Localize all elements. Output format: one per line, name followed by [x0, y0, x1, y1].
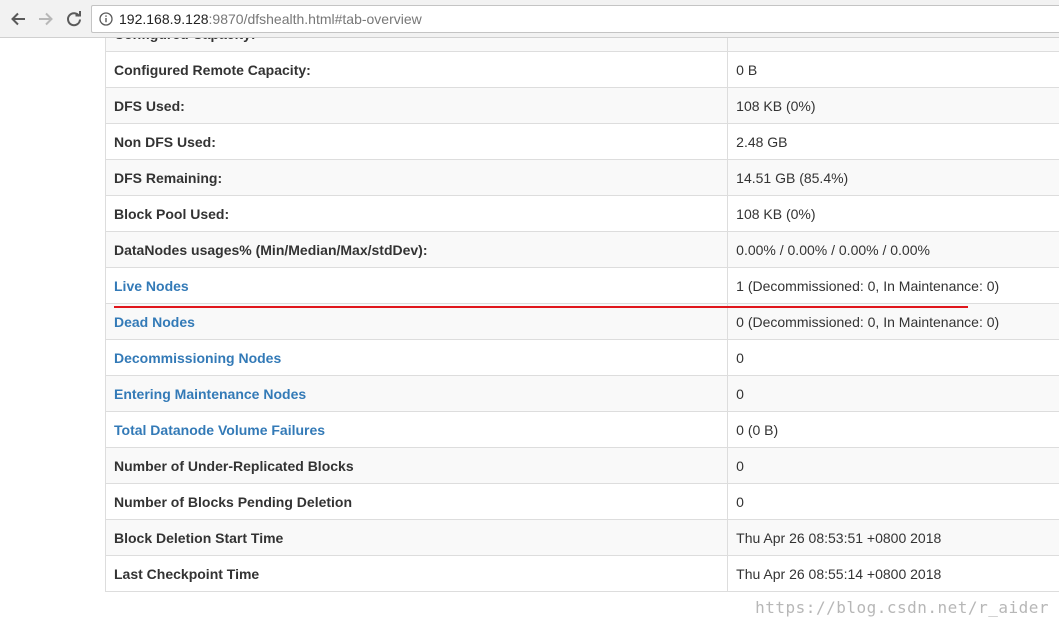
table-row: Total Datanode Volume Failures 0 (0 B) [104, 411, 1059, 448]
row-label-link[interactable]: Entering Maintenance Nodes [114, 386, 306, 402]
row-label-cell: Block Pool Used: [104, 195, 729, 232]
row-label-cell: Configured Remote Capacity: [104, 51, 729, 88]
row-label-cell: DFS Remaining: [104, 159, 729, 196]
arrow-right-icon [39, 12, 53, 26]
address-text[interactable]: 192.168.9.128:9870/dfshealth.html#tab-ov… [119, 11, 422, 27]
table-row: Non DFS Used: 2.48 GB [104, 123, 1059, 160]
table-row: Configured Capacity: [104, 38, 1059, 52]
row-value: 0 B [727, 51, 1059, 88]
row-value: 108 KB (0%) [727, 195, 1059, 232]
table-row: Live Nodes 1 (Decommissioned: 0, In Maint… [104, 267, 1059, 304]
table-row: Block Pool Used: 108 KB (0%) [104, 195, 1059, 232]
watermark: https://blog.csdn.net/r_aider [755, 598, 1049, 617]
row-label: Configured Capacity: [114, 38, 256, 42]
url-path: :9870/dfshealth.html#tab-overview [208, 11, 422, 27]
row-label-cell: Number of Blocks Pending Deletion [104, 483, 729, 520]
table-row: Last Checkpoint Time Thu Apr 26 08:55:14 … [104, 555, 1059, 592]
row-value: 0 [727, 375, 1059, 412]
row-label: Non DFS Used: [114, 133, 216, 150]
table-row: Number of Under-Replicated Blocks 0 [104, 447, 1059, 484]
row-label: Number of Under-Replicated Blocks [114, 457, 354, 474]
row-value: Thu Apr 26 08:53:51 +0800 2018 [727, 519, 1059, 556]
reload-button[interactable] [62, 7, 86, 31]
row-value: 0 (0 B) [727, 411, 1059, 448]
row-value: 1 (Decommissioned: 0, In Maintenance: 0) [727, 267, 1059, 304]
browser-toolbar: 192.168.9.128:9870/dfshealth.html#tab-ov… [0, 0, 1059, 38]
row-label: DataNodes usages% (Min/Median/Max/stdDev… [114, 241, 428, 258]
row-label-link[interactable]: Total Datanode Volume Failures [114, 422, 325, 438]
row-label-cell: Last Checkpoint Time [104, 555, 729, 592]
row-label-cell: Configured Capacity: [104, 38, 729, 52]
row-label: Number of Blocks Pending Deletion [114, 493, 353, 510]
row-value: 0 [727, 483, 1059, 520]
row-label-cell: Non DFS Used: [104, 123, 729, 160]
row-value: 0.00% / 0.00% / 0.00% / 0.00% [727, 231, 1059, 268]
back-button[interactable] [6, 7, 30, 31]
address-bar[interactable]: 192.168.9.128:9870/dfshealth.html#tab-ov… [91, 5, 1059, 33]
forward-button[interactable] [34, 7, 58, 31]
overview-table: Configured Capacity: Configured Remote Ca… [104, 38, 1059, 592]
row-label-link[interactable]: Live Nodes [114, 278, 189, 294]
arrow-left-icon [11, 12, 25, 26]
reload-icon [67, 11, 81, 27]
row-label-link[interactable]: Dead Nodes [114, 314, 195, 330]
row-value [727, 38, 1059, 52]
red-underline-annotation [114, 306, 968, 308]
table-row: Number of Blocks Pending Deletion 0 [104, 483, 1059, 520]
row-label-cell[interactable]: Live Nodes [104, 267, 729, 304]
table-row: DFS Used: 108 KB (0%) [104, 87, 1059, 124]
table-row: DFS Remaining: 14.51 GB (85.4%) [104, 159, 1059, 196]
row-label: Block Pool Used: [114, 205, 230, 222]
page-content: Configured Capacity: Configured Remote Ca… [0, 38, 1059, 627]
row-label: DFS Remaining: [114, 169, 223, 186]
info-icon[interactable] [99, 12, 113, 26]
table-row: Block Deletion Start Time Thu Apr 26 08:5… [104, 519, 1059, 556]
row-value: 0 [727, 447, 1059, 484]
row-label: Configured Remote Capacity: [114, 61, 311, 78]
table-row: Configured Remote Capacity: 0 B [104, 51, 1059, 88]
row-value: 108 KB (0%) [727, 87, 1059, 124]
table-row: Dead Nodes 0 (Decommissioned: 0, In Maint… [104, 303, 1059, 340]
row-label: Block Deletion Start Time [114, 529, 284, 546]
row-label-cell[interactable]: Decommissioning Nodes [104, 339, 729, 376]
table-row: Decommissioning Nodes 0 [104, 339, 1059, 376]
row-label-cell: Number of Under-Replicated Blocks [104, 447, 729, 484]
row-label-cell: Block Deletion Start Time [104, 519, 729, 556]
row-label-cell: DFS Used: [104, 87, 729, 124]
table-row: DataNodes usages% (Min/Median/Max/stdDev… [104, 231, 1059, 268]
row-value: 0 [727, 339, 1059, 376]
row-label: Last Checkpoint Time [114, 565, 260, 582]
row-label-cell[interactable]: Dead Nodes [104, 303, 729, 340]
row-label-link[interactable]: Decommissioning Nodes [114, 350, 281, 366]
row-value: 2.48 GB [727, 123, 1059, 160]
url-host: 192.168.9.128 [119, 11, 209, 27]
row-label-cell[interactable]: Total Datanode Volume Failures [104, 411, 729, 448]
row-value: Thu Apr 26 08:55:14 +0800 2018 [727, 555, 1059, 592]
table-row: Entering Maintenance Nodes 0 [104, 375, 1059, 412]
row-value: 0 (Decommissioned: 0, In Maintenance: 0) [727, 303, 1059, 340]
row-label-cell[interactable]: Entering Maintenance Nodes [104, 375, 729, 412]
row-label: DFS Used: [114, 97, 185, 114]
row-label-cell: DataNodes usages% (Min/Median/Max/stdDev… [104, 231, 729, 268]
row-value: 14.51 GB (85.4%) [727, 159, 1059, 196]
